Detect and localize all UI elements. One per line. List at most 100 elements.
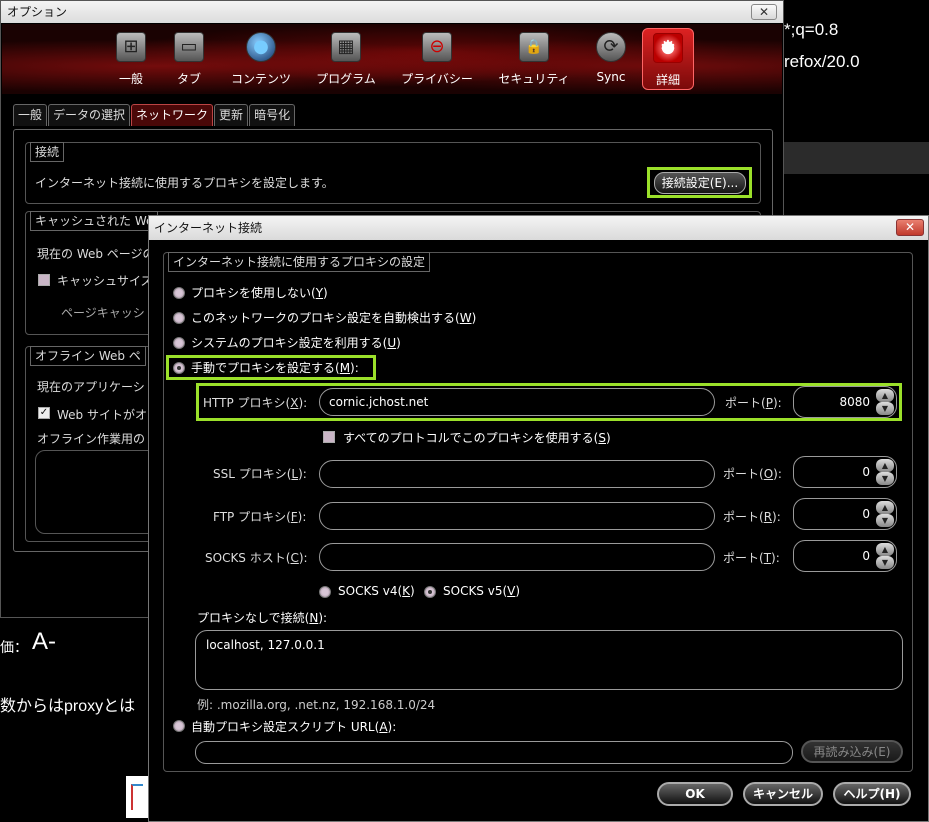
toolbar-advanced-label: 詳細 xyxy=(655,73,680,87)
ftp-port-stepper[interactable]: ▲ ▼ xyxy=(876,501,894,527)
ssl-port-stepper[interactable]: ▲ ▼ xyxy=(876,459,894,485)
bg-body-text: 数からはproxyとは xyxy=(0,698,136,715)
proxy-settings-legend: インターネット接続に使用するプロキシの設定 xyxy=(168,252,431,272)
system-proxy-label[interactable]: システムのプロキシ設定を利用する(U) xyxy=(191,334,401,351)
connection-dialog-titlebar: インターネット接続 ✕ xyxy=(149,216,928,240)
cache-line1: 現在の Web ページの xyxy=(37,247,155,261)
subtab-encryption[interactable]: 暗号化 xyxy=(249,104,296,126)
bg-bar xyxy=(784,142,929,174)
ssl-proxy-label: SSL プロキシ(L): xyxy=(213,467,307,481)
connection-legend: 接続 xyxy=(30,142,65,162)
options-toolbar: ⊞ 一般 ▭ タブ ● コンテンツ ▦ プログラム ⊖ プライバシー 🔒 セキュ… xyxy=(2,24,782,94)
ssl-port-label: ポート(O): xyxy=(723,467,782,481)
toolbar-privacy[interactable]: ⊖ プライバシー xyxy=(396,28,478,90)
cache-legend: キャッシュされた We xyxy=(30,211,159,231)
privacy-icon: ⊖ xyxy=(422,32,452,62)
socks-host-label: SOCKS ホスト(C): xyxy=(205,551,308,565)
ssl-proxy-input[interactable] xyxy=(319,460,715,488)
gear-icon: ⚙ xyxy=(653,33,683,63)
spin-down-icon[interactable]: ▼ xyxy=(876,556,894,569)
manual-proxy-highlight xyxy=(166,355,376,380)
spin-down-icon[interactable]: ▼ xyxy=(876,472,894,485)
subtab-network[interactable]: ネットワーク xyxy=(131,104,214,126)
ssl-port-input[interactable]: 0 ▲ ▼ xyxy=(793,456,897,488)
subtab-general[interactable]: 一般 xyxy=(13,104,48,126)
spin-down-icon[interactable]: ▼ xyxy=(876,514,894,527)
sync-icon: ⟳ xyxy=(596,32,626,62)
socks-host-input[interactable] xyxy=(319,543,715,571)
connection-settings-highlight xyxy=(647,167,752,198)
toolbar-security[interactable]: 🔒 セキュリティ xyxy=(492,28,576,90)
options-window-title: オプション xyxy=(7,5,68,19)
offline-line1: 現在のアプリケーシ xyxy=(37,380,145,394)
toolbar-general-label: 一般 xyxy=(118,72,143,86)
ftp-port-input[interactable]: 0 ▲ ▼ xyxy=(793,498,897,530)
bg-thumbnail xyxy=(126,776,148,818)
socks-port-stepper[interactable]: ▲ ▼ xyxy=(876,543,894,569)
socks-v5-radio[interactable] xyxy=(424,586,436,598)
toolbar-general[interactable]: ⊞ 一般 xyxy=(108,28,154,90)
cache-size-checkbox[interactable] xyxy=(38,274,50,286)
auto-detect-label[interactable]: このネットワークのプロキシ設定を自動検出する(W) xyxy=(191,309,476,326)
bg-grade-value: A- xyxy=(32,628,56,655)
ssl-port-value: 0 xyxy=(862,465,870,479)
toolbar-sync[interactable]: ⟳ Sync xyxy=(590,28,632,90)
advanced-subtabs: 一般 データの選択 ネットワーク 更新 暗号化 xyxy=(13,104,296,128)
subtab-data-choices[interactable]: データの選択 xyxy=(48,104,131,126)
toolbar-programs[interactable]: ▦ プログラム xyxy=(308,28,384,90)
no-proxy-radio[interactable] xyxy=(173,287,185,299)
spin-up-icon[interactable]: ▲ xyxy=(876,459,894,472)
connection-description: インターネット接続に使用するプロキシを設定します。 xyxy=(35,176,334,190)
offline-warn-label: Web サイトがオ xyxy=(57,408,147,422)
program-icon: ▦ xyxy=(331,32,361,62)
cancel-button[interactable]: キャンセル xyxy=(743,782,823,806)
no-proxy-label[interactable]: プロキシを使用しない(Y) xyxy=(191,284,328,301)
ok-button[interactable]: OK xyxy=(657,782,733,806)
toolbar-programs-label: プログラム xyxy=(316,72,376,86)
no-proxy-for-textarea[interactable]: localhost, 127.0.0.1 xyxy=(195,630,903,690)
socks-port-label: ポート(T): xyxy=(723,551,780,565)
toolbar-security-label: セキュリティ xyxy=(498,72,570,86)
toolbar-content-label: コンテンツ xyxy=(230,72,291,86)
system-proxy-radio[interactable] xyxy=(173,337,185,349)
ftp-proxy-label: FTP プロキシ(F): xyxy=(213,510,307,524)
spin-up-icon[interactable]: ▲ xyxy=(876,543,894,556)
dialog-close-button[interactable]: ✕ xyxy=(896,219,924,236)
cache-size-label: キャッシュサイズ xyxy=(57,274,153,288)
spin-up-icon[interactable]: ▲ xyxy=(876,501,894,514)
auto-proxy-url-label[interactable]: 自動プロキシ設定スクリプト URL(A): xyxy=(191,718,396,735)
switch-icon: ⊞ xyxy=(116,32,146,62)
options-close-button[interactable]: ✕ xyxy=(751,4,777,20)
ftp-port-label: ポート(R): xyxy=(723,510,781,524)
toolbar-content[interactable]: ● コンテンツ xyxy=(226,28,296,90)
use-all-protocols-checkbox[interactable] xyxy=(323,431,335,443)
ftp-proxy-input[interactable] xyxy=(319,502,715,530)
offline-legend: オフライン Web ペ xyxy=(30,346,146,366)
toolbar-sync-label: Sync xyxy=(596,70,626,84)
socks-v5-label[interactable]: SOCKS v5(V) xyxy=(443,584,520,598)
use-all-protocols-label[interactable]: すべてのプロトコルでこのプロキシを使用する(S) xyxy=(343,429,611,446)
reload-button[interactable]: 再読み込み(E) xyxy=(801,740,903,763)
bg-text-line2: refox/20.0 xyxy=(784,52,860,71)
auto-detect-radio[interactable] xyxy=(173,312,185,324)
http-proxy-highlight xyxy=(196,383,902,421)
bg-text-line1: *;q=0.8 xyxy=(784,20,839,39)
toolbar-privacy-label: プライバシー xyxy=(401,72,473,86)
help-button[interactable]: ヘルプ(H) xyxy=(833,782,911,806)
socks-v4-label[interactable]: SOCKS v4(K) xyxy=(338,584,415,598)
toolbar-tabs-label: タブ xyxy=(176,72,201,86)
socks-port-value: 0 xyxy=(862,549,870,563)
toolbar-advanced[interactable]: ⚙ 詳細 xyxy=(642,28,694,90)
ftp-port-value: 0 xyxy=(862,507,870,521)
no-proxy-for-label: プロキシなしで接続(N): xyxy=(197,611,328,625)
socks-port-input[interactable]: 0 ▲ ▼ xyxy=(793,540,897,572)
connection-dialog: インターネット接続 ✕ インターネット接続に使用するプロキシの設定 プロキシを使… xyxy=(148,215,929,822)
socks-v4-radio[interactable] xyxy=(319,586,331,598)
toolbar-tabs[interactable]: ▭ タブ xyxy=(166,28,212,90)
connection-dialog-title: インターネット接続 xyxy=(154,221,263,235)
auto-proxy-url-input[interactable] xyxy=(195,741,793,764)
globe-icon: ● xyxy=(246,32,276,62)
auto-proxy-url-radio[interactable] xyxy=(173,720,185,732)
subtab-update[interactable]: 更新 xyxy=(214,104,249,126)
offline-warn-checkbox[interactable]: ✓ xyxy=(38,407,50,419)
